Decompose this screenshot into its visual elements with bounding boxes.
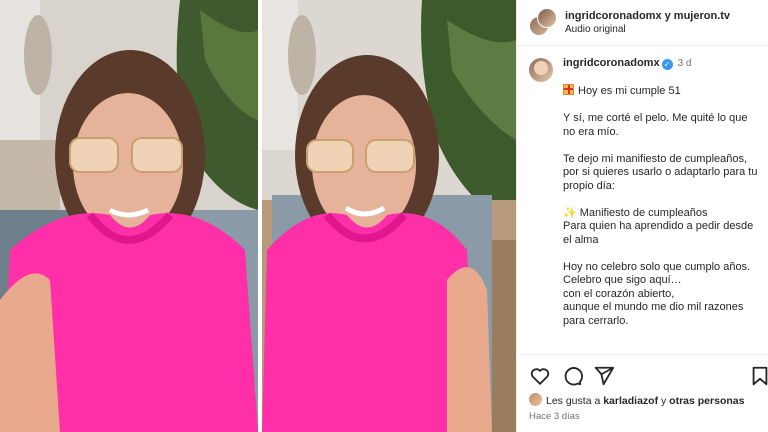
header-connector: y xyxy=(661,10,674,22)
caption-line: ✨ Manifiesto de cumpleaños xyxy=(563,207,763,221)
caption-body: ingridcoronadomx ✓ 3 d Hoy es mi cumple 51… xyxy=(563,57,763,328)
caption-line: no era mío. xyxy=(563,125,619,138)
caption-line: con el corazón abierto, xyxy=(563,287,675,300)
likes-summary: Les gusta a karladiazof y otras personas xyxy=(529,393,744,407)
bookmark-icon[interactable] xyxy=(749,365,768,387)
video-frame-left[interactable] xyxy=(0,0,258,432)
gift-emoji-icon xyxy=(563,84,574,95)
caption-line: por si quieres usarlo o adaptarlo para t… xyxy=(563,166,758,178)
caption-line: Celebro que sigo aquí… xyxy=(563,274,682,286)
action-bar: Les gusta a karladiazof y otras personas… xyxy=(517,354,768,432)
header-username-link[interactable]: ingridcoronadomx xyxy=(565,10,662,22)
header-users: ingridcoronadomx y mujeron.tv xyxy=(565,10,765,22)
caption-username-link[interactable]: ingridcoronadomx xyxy=(563,57,660,69)
caption-author-line: ingridcoronadomx ✓ 3 d xyxy=(563,57,763,71)
caption-line: el alma xyxy=(563,233,599,246)
likes-user-link[interactable]: karladiazof xyxy=(603,395,658,407)
caption-paragraph: Y sí, me corté el pelo. Me quité lo que … xyxy=(563,112,763,139)
sparkles-emoji-icon: ✨ xyxy=(563,206,577,219)
caption-line: propio día: xyxy=(563,179,615,192)
video-still-right xyxy=(262,0,516,432)
heart-icon[interactable] xyxy=(529,365,551,387)
caption-line: Hoy es mi cumple 51 xyxy=(563,84,763,99)
caption-line: aunque el mundo me dio mil razones xyxy=(563,301,744,313)
comment-icon[interactable] xyxy=(561,365,583,387)
avatar[interactable] xyxy=(529,58,553,82)
caption-paragraph: Hoy no celebro solo que cumplo años. Cel… xyxy=(563,261,763,329)
caption-line: Y sí, me corté el pelo. Me quité lo que xyxy=(563,112,748,124)
audio-link[interactable]: Audio original xyxy=(565,24,765,35)
video-frame-right[interactable] xyxy=(262,0,516,432)
caption-line: para cerrarlo. xyxy=(563,314,629,327)
header-collaborator-link[interactable]: mujeron.tv xyxy=(674,10,730,22)
caption-area: ingridcoronadomx ✓ 3 d Hoy es mi cumple 51… xyxy=(517,46,768,354)
post-panel: ingridcoronadomx y mujeron.tv Audio orig… xyxy=(516,0,768,432)
header-text: ingridcoronadomx y mujeron.tv Audio orig… xyxy=(565,10,765,35)
caption-text: Hoy es mi cumple 51 xyxy=(578,85,681,97)
video-still-left xyxy=(0,0,258,432)
share-icon[interactable] xyxy=(593,365,615,387)
caption-time[interactable]: 3 d xyxy=(678,58,692,69)
post-timestamp[interactable]: Hace 3 días xyxy=(529,411,580,422)
caption-paragraph: Hoy es mi cumple 51 xyxy=(563,84,763,99)
avatar[interactable] xyxy=(529,393,542,406)
caption-paragraph: ✨ Manifiesto de cumpleaños Para quien ha … xyxy=(563,207,763,248)
verified-badge-icon: ✓ xyxy=(661,59,673,70)
likes-prefix: Les gusta a xyxy=(546,395,604,407)
collab-avatars[interactable] xyxy=(529,8,557,36)
caption-line: Hoy no celebro solo que cumplo años. xyxy=(563,260,751,273)
avatar[interactable] xyxy=(537,8,557,28)
caption-line: Te dejo mi manifiesto de cumpleaños, xyxy=(563,152,748,165)
likes-connector: y xyxy=(658,395,670,407)
likes-others-link[interactable]: otras personas xyxy=(669,395,744,407)
caption-text: Manifiesto de cumpleaños xyxy=(579,206,708,219)
post-media[interactable] xyxy=(0,0,516,432)
caption-line: Para quien ha aprendido a pedir desde xyxy=(563,220,754,232)
caption-paragraph: Te dejo mi manifiesto de cumpleaños, por… xyxy=(563,153,763,194)
post-header: ingridcoronadomx y mujeron.tv Audio orig… xyxy=(517,0,768,46)
